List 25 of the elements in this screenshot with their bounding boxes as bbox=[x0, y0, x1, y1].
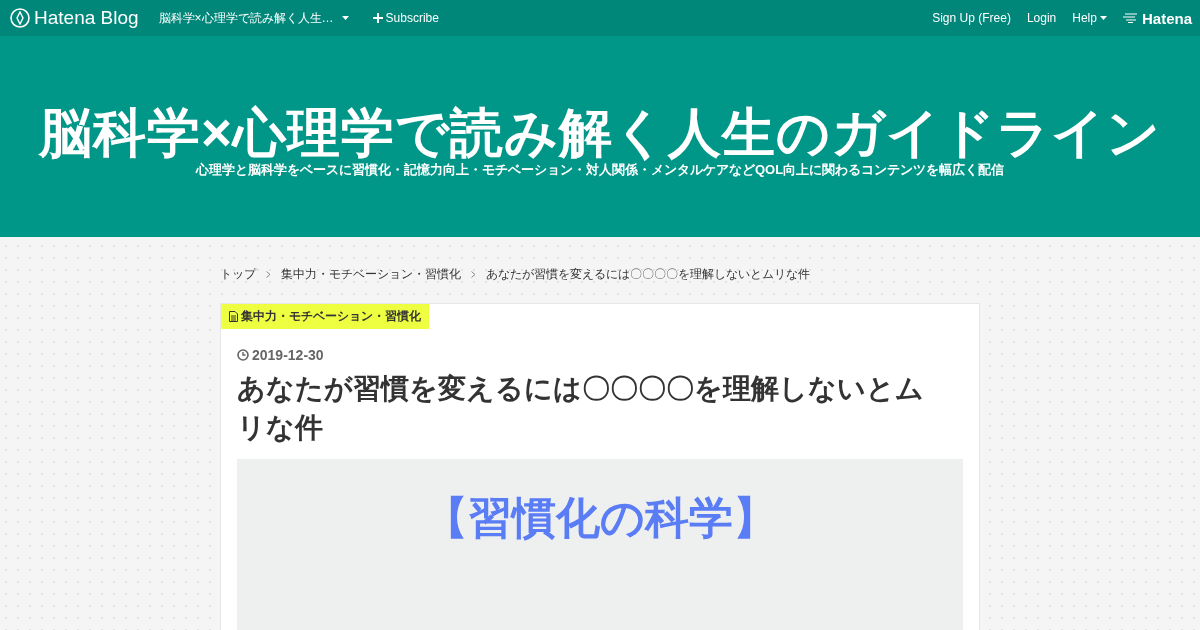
subscribe-link[interactable]: Subscribe bbox=[372, 11, 439, 25]
blog-title[interactable]: 脳科学×心理学で読み解く人生のガイドライン bbox=[39, 104, 1161, 163]
breadcrumb-link[interactable]: トップ bbox=[220, 265, 256, 283]
nav-link[interactable]: Help bbox=[1072, 11, 1107, 25]
chevron-icon bbox=[471, 270, 476, 278]
nav-link[interactable]: Sign Up (Free) bbox=[932, 11, 1011, 25]
blog-description: 心理学と脳科学をベースに習慣化・記憶力向上・モチベーション・対人関係・メンタルケアなどQOL向上に関わるコンテンツを幅広く配信 bbox=[195, 161, 1005, 179]
brand-text: Hatena bbox=[1141, 9, 1192, 27]
caret-icon bbox=[1099, 16, 1107, 20]
nav-link[interactable]: Login bbox=[1026, 11, 1057, 25]
plus-icon bbox=[372, 13, 383, 23]
article-title[interactable]: あなたが習慣を変えるには〇〇〇〇を理解しないとムリな件 bbox=[237, 369, 963, 447]
blog-menu[interactable]: 脳科学×心理学で読み解く人生… bbox=[158, 9, 349, 27]
lines-icon bbox=[1122, 13, 1139, 23]
eyecatch-heading: 【習慣化の科学】 bbox=[423, 492, 777, 544]
hatena-logo[interactable]: Hatena bbox=[1122, 9, 1192, 27]
document-icon bbox=[229, 311, 238, 322]
chevron-icon bbox=[266, 270, 271, 278]
blog-logo[interactable]: Hatena Blog bbox=[10, 7, 139, 29]
category-tag[interactable]: 集中力・モチベーション・習慣化 bbox=[221, 304, 429, 329]
breadcrumb-link[interactable]: 集中力・モチベーション・習慣化 bbox=[281, 265, 461, 283]
clock-icon bbox=[237, 349, 249, 361]
post-date: 2019-12-30 bbox=[252, 347, 324, 363]
caret-icon bbox=[341, 16, 349, 20]
logo-text: Hatena Blog bbox=[34, 7, 139, 29]
